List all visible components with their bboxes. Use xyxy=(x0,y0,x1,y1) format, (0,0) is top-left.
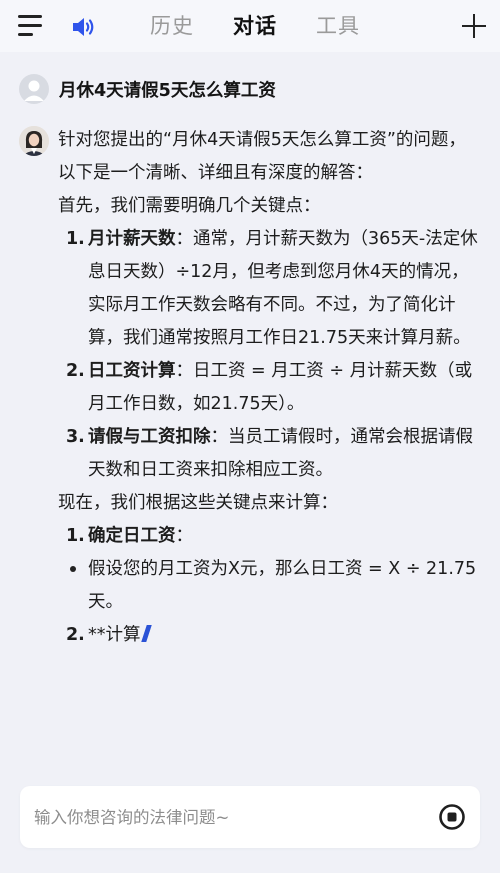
steps-list: 1. 确定日工资： xyxy=(58,520,483,553)
list-item-text: **计算 xyxy=(88,625,141,645)
answer-intro: 针对您提出的“月休4天请假5天怎么算工资”的问题，以下是一个清晰、详细且有深度的… xyxy=(58,130,466,183)
list-number: 2. xyxy=(66,625,85,645)
list-item: 1. 月计薪天数：通常，月计薪天数为（365天-法定休息日天数）÷12月，但考虑到… xyxy=(58,223,483,355)
list-item-text: ： xyxy=(175,526,194,546)
bullet-list: 假设您的月工资为X元，那么日工资 = X ÷ 21.75天。 xyxy=(58,553,483,619)
tab-history[interactable]: 历史 xyxy=(150,10,194,42)
answer-section-title: 现在，我们根据这些关键点来计算： xyxy=(58,493,338,513)
typing-cursor xyxy=(140,625,152,642)
list-number: 1. xyxy=(66,229,85,249)
list-item-term: 请假与工资扣除 xyxy=(88,427,211,447)
message-input-bar xyxy=(20,786,480,848)
list-item: 2. 日工资计算：日工资 = 月工资 ÷ 月计薪天数（或月工作日数，如21.75天… xyxy=(58,355,483,421)
list-number: 1. xyxy=(66,526,85,546)
list-item: 2. **计算 xyxy=(58,619,483,652)
list-item-term: 确定日工资 xyxy=(88,526,176,546)
list-number: 2. xyxy=(66,361,85,381)
answer-section-title: 首先，我们需要明确几个关键点： xyxy=(58,196,321,216)
stop-generating-button[interactable] xyxy=(438,803,466,831)
speaker-icon[interactable] xyxy=(70,14,98,40)
plus-icon[interactable] xyxy=(462,14,486,38)
tab-chat[interactable]: 对话 xyxy=(233,10,277,42)
key-points-list: 1. 月计薪天数：通常，月计薪天数为（365天-法定休息日天数）÷12月，但考虑到… xyxy=(58,223,483,487)
user-question-text: 月休4天请假5天怎么算工资 xyxy=(59,81,276,101)
user-message: 月休4天请假5天怎么算工资 xyxy=(19,74,489,106)
assistant-avatar xyxy=(19,126,49,156)
assistant-answer: 针对您提出的“月休4天请假5天怎么算工资”的问题，以下是一个清晰、详细且有深度的… xyxy=(58,124,483,652)
bullet-dot xyxy=(70,566,76,572)
menu-icon[interactable] xyxy=(18,15,44,37)
user-avatar xyxy=(19,74,49,104)
bullet-text: 假设您的月工资为X元，那么日工资 = X ÷ 21.75天。 xyxy=(88,559,477,612)
list-number: 3. xyxy=(66,427,85,447)
steps-list-continued: 2. **计算 xyxy=(58,619,483,652)
list-item-term: 月计薪天数 xyxy=(88,229,176,249)
bullet-item: 假设您的月工资为X元，那么日工资 = X ÷ 21.75天。 xyxy=(58,553,483,619)
message-input[interactable] xyxy=(34,802,424,832)
top-bar: 历史 对话 工具 xyxy=(0,0,500,52)
list-item: 3. 请假与工资扣除：当员工请假时，通常会根据请假天数和日工资来扣除相应工资。 xyxy=(58,421,483,487)
tab-tools[interactable]: 工具 xyxy=(316,10,360,42)
tab-bar: 历史 对话 工具 xyxy=(150,10,360,42)
list-item-term: 日工资计算 xyxy=(88,361,176,381)
list-item: 1. 确定日工资： xyxy=(58,520,483,553)
